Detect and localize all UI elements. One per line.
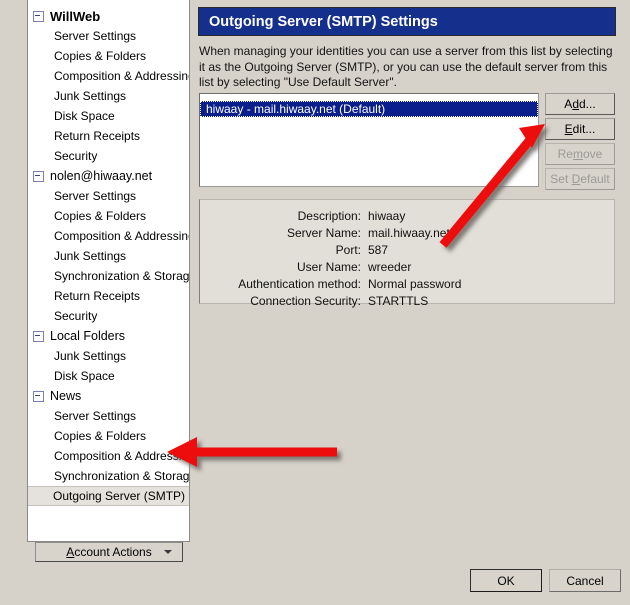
- list-item[interactable]: hiwaay - mail.hiwaay.net (Default): [200, 101, 538, 117]
- detail-label: Connection Security:: [250, 293, 361, 308]
- server-details-panel: Description: hiwaay Server Name: mail.hiwaa…: [199, 199, 615, 308]
- sidebar-item-security[interactable]: Security: [28, 306, 189, 326]
- detail-label: Server Name:: [286, 225, 361, 240]
- tree-group-label: nolen@hiwaay.net: [50, 169, 153, 183]
- tree-group-label: WillWeb: [50, 8, 101, 24]
- remove-button-label: Remove: [557, 147, 603, 161]
- sidebar-item-junk-settings[interactable]: Junk Settings: [28, 246, 189, 266]
- cancel-button[interactable]: Cancel: [549, 569, 621, 592]
- detail-row: User Name: wreeder: [200, 258, 614, 275]
- sidebar-item-server-settings[interactable]: Server Settings: [28, 186, 189, 206]
- chevron-down-icon: [164, 550, 172, 554]
- account-tree-panel[interactable]: WillWeb Server Settings Copies & Folders Co…: [27, 0, 190, 542]
- detail-label: User Name:: [296, 259, 361, 274]
- set-default-button: Set Default: [545, 168, 615, 190]
- tree-group-nolen-hiwaay-net[interactable]: nolen@hiwaay.net: [28, 166, 189, 186]
- collapse-expander-icon[interactable]: [33, 170, 44, 182]
- settings-panel: Outgoing Server (SMTP) Settings When man…: [197, 0, 630, 605]
- tree-group-local-folders[interactable]: Local Folders: [28, 326, 189, 346]
- detail-row: Port: 587: [200, 241, 614, 258]
- sidebar-item-copies-folders[interactable]: Copies & Folders: [28, 426, 189, 446]
- sidebar-item-return-receipts[interactable]: Return Receipts: [28, 126, 189, 146]
- sidebar-item-return-receipts[interactable]: Return Receipts: [28, 286, 189, 306]
- detail-row: Authentication method: Normal password: [200, 275, 614, 292]
- sidebar-item-server-settings[interactable]: Server Settings: [28, 406, 189, 426]
- add-button-label: Add...: [564, 97, 596, 111]
- detail-row: Server Name: mail.hiwaay.net: [200, 224, 614, 241]
- sidebar-item-security[interactable]: Security: [28, 146, 189, 166]
- sidebar-item-copies-folders[interactable]: Copies & Folders: [28, 46, 189, 66]
- sidebar-item-composition-addressing[interactable]: Composition & Addressing: [28, 226, 189, 246]
- detail-value: wreeder: [368, 259, 412, 274]
- detail-label: Port:: [335, 242, 361, 257]
- sidebar-item-copies-folders[interactable]: Copies & Folders: [28, 206, 189, 226]
- detail-row: Connection Security: STARTTLS: [200, 292, 614, 309]
- smtp-server-list[interactable]: hiwaay - mail.hiwaay.net (Default): [199, 93, 539, 187]
- account-actions-label: Account Actions: [66, 545, 152, 559]
- ok-button[interactable]: OK: [470, 569, 542, 592]
- detail-value: hiwaay: [368, 208, 406, 223]
- sidebar-item-synchronization-storage[interactable]: Synchronization & Storage: [28, 266, 189, 286]
- detail-value: 587: [368, 242, 389, 257]
- account-tree: WillWeb Server Settings Copies & Folders Co…: [28, 0, 189, 506]
- add-button[interactable]: Add...: [545, 93, 615, 115]
- detail-value: mail.hiwaay.net: [368, 225, 450, 240]
- ok-button-label: OK: [497, 573, 515, 588]
- sidebar-item-outgoing-server-smtp[interactable]: Outgoing Server (SMTP): [28, 486, 189, 506]
- collapse-expander-icon[interactable]: [33, 390, 44, 402]
- tree-group-news[interactable]: News: [28, 386, 189, 406]
- sidebar-item-server-settings[interactable]: Server Settings: [28, 26, 189, 46]
- sidebar-item-composition-addressing[interactable]: Composition & Addressing: [28, 66, 189, 86]
- collapse-expander-icon[interactable]: [33, 10, 44, 22]
- panel-description: When managing your identities you can us…: [199, 44, 613, 89]
- page-title: Outgoing Server (SMTP) Settings: [209, 13, 438, 30]
- sidebar-item-junk-settings[interactable]: Junk Settings: [28, 346, 189, 366]
- remove-button: Remove: [545, 143, 615, 165]
- sidebar-item-disk-space[interactable]: Disk Space: [28, 106, 189, 126]
- tree-group-label: News: [50, 389, 82, 403]
- account-actions-button[interactable]: Account Actions: [35, 542, 183, 562]
- detail-label: Description:: [297, 208, 361, 223]
- detail-value: Normal password: [368, 276, 462, 291]
- detail-label: Authentication method:: [238, 276, 361, 291]
- set-default-button-label: Set Default: [550, 172, 610, 186]
- sidebar-item-disk-space[interactable]: Disk Space: [28, 366, 189, 386]
- edit-button-label: Edit...: [564, 122, 596, 136]
- tree-group-willweb[interactable]: WillWeb: [28, 6, 189, 26]
- collapse-expander-icon[interactable]: [33, 330, 44, 342]
- edit-button[interactable]: Edit...: [545, 118, 615, 140]
- tree-group-label: Local Folders: [50, 329, 126, 343]
- panel-header: Outgoing Server (SMTP) Settings: [198, 7, 616, 36]
- cancel-button-label: Cancel: [566, 573, 604, 588]
- sidebar-item-junk-settings[interactable]: Junk Settings: [28, 86, 189, 106]
- detail-row: Description: hiwaay: [200, 207, 614, 224]
- detail-value: STARTTLS: [368, 293, 429, 308]
- sidebar-item-composition-addressing[interactable]: Composition & Addressing: [28, 446, 189, 466]
- sidebar-item-synchronization-storage[interactable]: Synchronization & Storage: [28, 466, 189, 486]
